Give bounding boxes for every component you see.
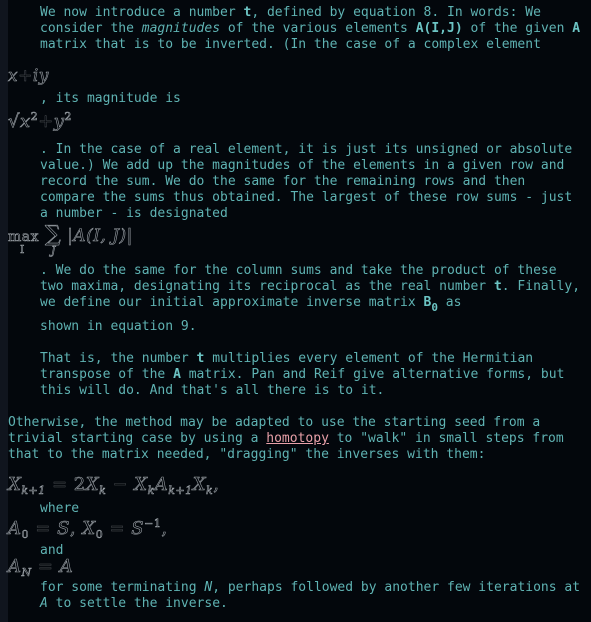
text: of the various elements xyxy=(220,21,416,36)
math-x: x xyxy=(8,66,19,87)
math-x: X xyxy=(8,474,22,496)
var-a: A xyxy=(40,596,48,611)
max-operator: max I xyxy=(8,229,39,257)
math-comma: , xyxy=(69,518,77,540)
math-x: X xyxy=(85,474,100,496)
sum-subscript: J xyxy=(50,244,56,258)
math-iy: iy xyxy=(32,66,49,87)
var-b-subscript: 0 xyxy=(431,301,438,314)
sum-operator: ∑ J xyxy=(45,222,61,258)
formula-initial-values: A0 = S, X0 = S−1, xyxy=(8,517,168,542)
math-s: S xyxy=(57,518,70,540)
math-equals: = xyxy=(35,518,51,539)
text: to settle the inverse. xyxy=(47,596,228,611)
math-square: 2 xyxy=(64,110,72,124)
var-a: A xyxy=(572,21,581,36)
emphasis-magnitudes: magnitudes xyxy=(141,21,221,36)
math-subscript: k xyxy=(99,484,107,498)
paragraph-homotopy: Otherwise, the method may be adapted to … xyxy=(8,415,588,463)
left-margin-strip xyxy=(0,0,8,622)
var-a: A xyxy=(173,367,181,382)
paragraph-column-sums: . We do the same for the column sums and… xyxy=(40,263,585,314)
math-x: X xyxy=(192,474,207,496)
text: . We do the same for the column sums and… xyxy=(40,263,565,294)
text: We now introduce a number xyxy=(40,5,244,20)
math-equals: = xyxy=(51,474,68,495)
where-label: where xyxy=(40,501,80,516)
math-s: S xyxy=(131,518,145,540)
math-a: A xyxy=(154,474,169,496)
sqrt-symbol: √ xyxy=(8,111,20,133)
magnitude-line: , its magnitude is xyxy=(40,91,181,106)
formula-max-row-sum: max I ∑ J |A(I, J)| xyxy=(8,222,133,258)
math-comma: , xyxy=(161,518,168,540)
shown-in-equation: shown in equation 9. xyxy=(40,319,197,334)
formula-complex-element: x+iy xyxy=(8,66,49,87)
text: , perhaps followed by another few iterat… xyxy=(212,580,588,595)
math-a: A xyxy=(8,518,22,540)
max-subscript: I xyxy=(20,243,25,257)
math-subscript: 0 xyxy=(21,528,29,542)
text: as xyxy=(437,295,462,310)
math-y: y xyxy=(53,111,65,133)
var-aij: A(I,J) xyxy=(415,21,463,36)
math-minus: − xyxy=(112,474,129,495)
math-equals: = xyxy=(109,518,126,539)
var-t: t xyxy=(493,279,502,294)
paragraph-introduce-t: We now introduce a number t, defined by … xyxy=(40,5,585,53)
math-plus: + xyxy=(18,66,33,86)
math-x: x xyxy=(19,111,31,133)
paragraph-row-sums: . In the case of a real element, it is j… xyxy=(40,142,581,221)
abs-element: |A(I, J)| xyxy=(67,226,133,247)
math-subscript: 0 xyxy=(95,528,104,542)
paragraph-hermitian: That is, the number t multiplies every e… xyxy=(40,351,585,399)
math-subscript: k xyxy=(147,484,155,498)
text: That is, the number xyxy=(40,351,197,366)
math-subscript: N xyxy=(21,566,32,580)
math-x: X xyxy=(82,518,96,540)
math-equals: = xyxy=(37,556,54,577)
and-label: and xyxy=(40,543,64,558)
formula-iteration: Xk+1 = 2Xk − XkAk+1Xk, xyxy=(8,474,220,498)
math-plus: + xyxy=(38,111,54,132)
math-a: A xyxy=(59,556,74,578)
math-comma: , xyxy=(213,474,220,496)
formula-final-value: AN = A xyxy=(8,556,74,580)
math-subscript: k+1 xyxy=(21,484,46,498)
text: for some terminating xyxy=(40,580,205,595)
math-a: A xyxy=(8,556,22,578)
math-two: 2 xyxy=(73,474,86,496)
math-subscript: k+1 xyxy=(168,484,193,498)
math-x: X xyxy=(134,474,148,496)
paragraph-terminating: for some terminating N, perhaps followed… xyxy=(40,580,585,612)
homotopy-link[interactable]: homotopy xyxy=(266,431,329,446)
formula-sqrt-magnitude: √x2+y2 xyxy=(8,110,72,133)
text: of the given xyxy=(462,21,573,36)
math-superscript: −1 xyxy=(144,517,162,531)
